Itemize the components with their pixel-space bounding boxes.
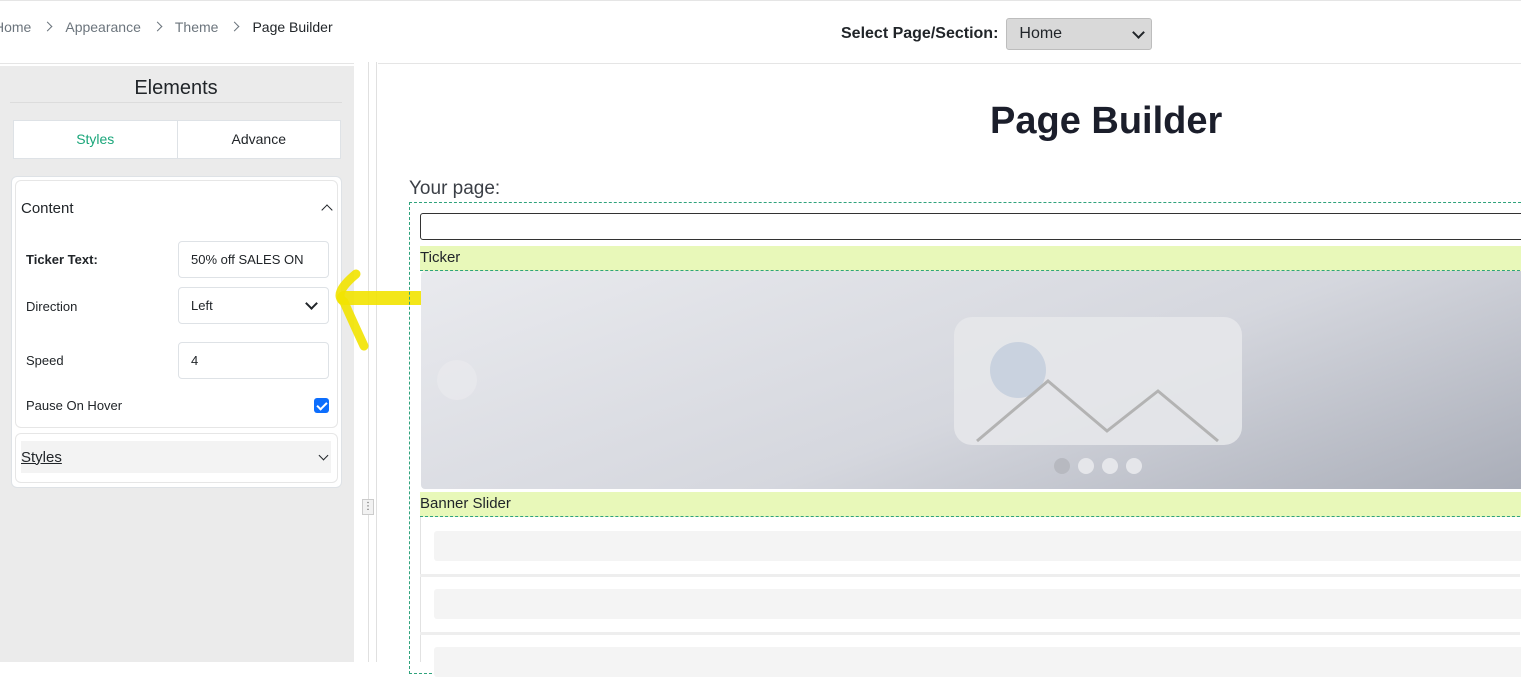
skeleton-row <box>434 531 1521 561</box>
direction-select[interactable]: Left <box>178 287 329 324</box>
breadcrumb-theme[interactable]: Theme <box>175 19 219 35</box>
speed-input[interactable]: 4 <box>178 342 329 379</box>
top-bar: Home Appearance Theme Page Builder Selec… <box>0 0 1521 64</box>
page-title: Page Builder <box>990 100 1223 142</box>
elements-sidebar: Elements Styles Advance Content Ticker T… <box>0 66 354 662</box>
skeleton-divider <box>420 574 1520 577</box>
page-section-label: Select Page/Section: <box>841 25 999 42</box>
styles-accordion-header[interactable]: Styles <box>21 441 331 473</box>
chevron-down-icon <box>305 297 318 310</box>
breadcrumb-page-builder: Page Builder <box>252 19 333 35</box>
panel-splitter[interactable] <box>354 62 378 662</box>
drag-handle-icon[interactable]: ⋮ <box>362 499 374 515</box>
direction-label: Direction <box>26 299 78 314</box>
ticker-preview[interactable] <box>420 213 1521 240</box>
chevron-right-icon <box>39 20 57 34</box>
tab-advance[interactable]: Advance <box>176 121 341 158</box>
styles-accordion: Styles <box>15 433 338 483</box>
breadcrumb-appearance[interactable]: Appearance <box>65 19 141 35</box>
chevron-down-icon <box>318 450 329 460</box>
page-section-selector: Select Page/Section: Home <box>841 18 1153 50</box>
styles-accordion-title: Styles <box>21 448 62 466</box>
pause-on-hover-label: Pause On Hover <box>26 398 123 413</box>
chevron-down-icon <box>1132 25 1146 39</box>
ticker-text-value: 50% off SALES ON <box>191 252 304 267</box>
content-accordion-title: Content <box>21 199 74 217</box>
breadcrumb: Home Appearance Theme Page Builder <box>0 19 333 35</box>
page-section-select-value: Home <box>1019 25 1063 42</box>
splitter-line <box>368 62 369 662</box>
sidebar-title: Elements <box>10 66 342 103</box>
breadcrumb-home[interactable]: Home <box>0 19 31 35</box>
chevron-right-icon <box>149 20 167 34</box>
ticker-text-input[interactable]: 50% off SALES ON <box>178 241 329 278</box>
section-label-banner-slider[interactable]: Banner Slider <box>420 492 1521 517</box>
properties-panel: Content Ticker Text: 50% off SALES ON Di… <box>11 176 342 488</box>
skeleton-row <box>434 589 1521 619</box>
skeleton-divider <box>420 632 1520 635</box>
splitter-line <box>376 62 377 662</box>
image-placeholder-icon <box>437 317 1242 474</box>
page-section-select[interactable]: Home <box>1006 18 1153 50</box>
chevron-right-icon <box>226 20 244 34</box>
section-label-ticker[interactable]: Ticker <box>420 246 1521 271</box>
chevron-up-icon <box>321 204 333 216</box>
skeleton-row <box>434 647 1521 677</box>
direction-value: Left <box>191 298 213 313</box>
section-border <box>420 517 421 662</box>
content-accordion-header[interactable]: Content <box>21 193 333 223</box>
speed-label: Speed <box>26 353 64 368</box>
content-accordion: Content Ticker Text: 50% off SALES ON Di… <box>15 180 338 428</box>
banner-slider-preview[interactable] <box>421 271 1521 489</box>
pause-on-hover-checkbox[interactable] <box>314 398 329 413</box>
your-page-label: Your page: <box>409 178 501 199</box>
speed-value: 4 <box>191 353 199 368</box>
tab-styles[interactable]: Styles <box>14 121 177 158</box>
sidebar-tabs: Styles Advance <box>13 120 341 159</box>
ticker-text-label: Ticker Text: <box>26 252 98 267</box>
